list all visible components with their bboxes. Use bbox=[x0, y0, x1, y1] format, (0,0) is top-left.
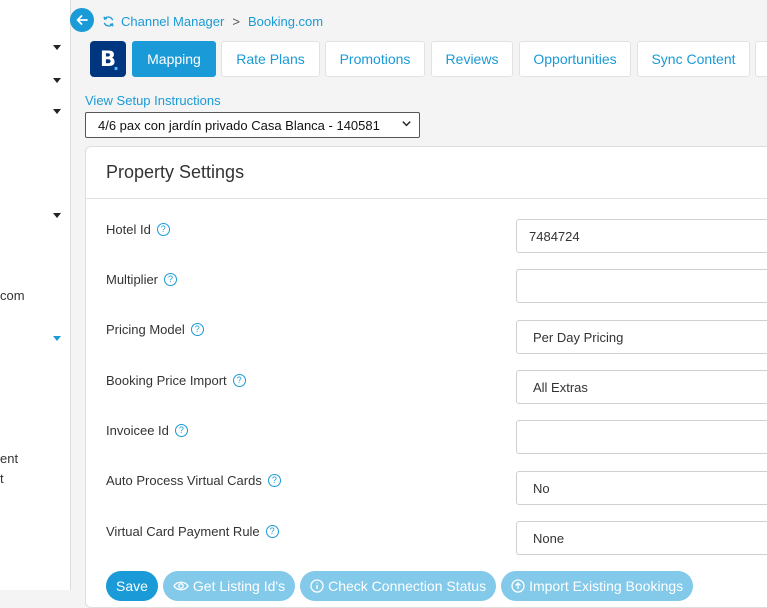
tab-mapping[interactable]: Mapping bbox=[132, 41, 216, 77]
breadcrumb-current[interactable]: Booking.com bbox=[248, 14, 323, 29]
booking-logo-dot: . bbox=[113, 55, 120, 74]
tab-promotions[interactable]: Promotions bbox=[325, 41, 425, 77]
pricing-model-select[interactable]: Per Day Pricing bbox=[516, 320, 767, 354]
field-label-text: Multiplier bbox=[106, 272, 159, 287]
property-settings-panel: Property Settings Hotel Id ? 7484724 Mul… bbox=[85, 146, 767, 608]
help-icon[interactable]: ? bbox=[232, 374, 246, 387]
breadcrumb-channel-manager[interactable]: Channel Manager bbox=[121, 14, 224, 29]
field-label-text: Auto Process Virtual Cards bbox=[106, 473, 262, 488]
hotel-id-label: Hotel Id ? bbox=[106, 222, 170, 237]
check-connection-status-button[interactable]: Check Connection Status bbox=[300, 571, 497, 601]
chevron-down-icon bbox=[402, 121, 411, 127]
field-label-text: Virtual Card Payment Rule bbox=[106, 524, 260, 539]
info-icon bbox=[310, 579, 324, 593]
auto-process-virtual-cards-value: No bbox=[533, 480, 550, 496]
tab-rate-plans[interactable]: Rate Plans bbox=[221, 41, 320, 77]
help-icon[interactable]: ? bbox=[190, 323, 204, 336]
sidebar-caret-icon[interactable] bbox=[53, 78, 61, 83]
booking-price-import-select[interactable]: All Extras bbox=[516, 370, 767, 404]
invoicee-id-input[interactable] bbox=[516, 420, 767, 454]
booking-logo-icon: B. bbox=[90, 41, 126, 77]
tab-more[interactable] bbox=[755, 41, 767, 77]
pricing-model-label: Pricing Model ? bbox=[106, 322, 204, 337]
import-existing-bookings-button[interactable]: Import Existing Bookings bbox=[501, 571, 694, 601]
field-label-text: Pricing Model bbox=[106, 322, 185, 337]
virtual-card-payment-rule-select[interactable]: None bbox=[516, 521, 767, 555]
invoicee-id-label: Invoicee Id ? bbox=[106, 423, 188, 438]
eye-icon bbox=[173, 581, 189, 591]
breadcrumb: Channel Manager > Booking.com bbox=[102, 14, 323, 29]
channel-tabs: B. bbox=[90, 41, 126, 77]
pricing-model-value: Per Day Pricing bbox=[533, 329, 624, 345]
help-icon[interactable]: ? bbox=[174, 424, 188, 437]
booking-price-import-label: Booking Price Import ? bbox=[106, 373, 246, 388]
help-icon[interactable]: ? bbox=[164, 273, 178, 286]
field-label-text: Invoicee Id bbox=[106, 423, 169, 438]
breadcrumb-separator: > bbox=[232, 14, 240, 29]
sidebar-caret-icon[interactable] bbox=[53, 213, 61, 218]
sync-icon bbox=[103, 16, 114, 27]
sidebar: com ent t bbox=[0, 0, 71, 590]
collapse-sidebar-button[interactable] bbox=[70, 8, 94, 32]
get-listing-ids-label: Get Listing Id's bbox=[192, 578, 286, 594]
listing-select[interactable]: 4/6 pax con jardín privado Casa Blanca -… bbox=[85, 112, 420, 138]
hotel-id-input[interactable]: 7484724 bbox=[516, 219, 767, 253]
listing-select-value: 4/6 pax con jardín privado Casa Blanca -… bbox=[98, 117, 380, 133]
auto-process-virtual-cards-label: Auto Process Virtual Cards ? bbox=[106, 473, 281, 488]
sidebar-item-label[interactable]: t bbox=[0, 471, 4, 486]
action-buttons: Save Get Listing Id's Check Connection S… bbox=[106, 571, 694, 601]
virtual-card-payment-rule-label: Virtual Card Payment Rule ? bbox=[106, 524, 279, 539]
hotel-id-value: 7484724 bbox=[529, 228, 580, 244]
help-icon[interactable]: ? bbox=[265, 525, 279, 538]
check-connection-status-label: Check Connection Status bbox=[328, 578, 487, 594]
sidebar-item-label[interactable]: com bbox=[0, 288, 25, 303]
save-button[interactable]: Save bbox=[106, 571, 158, 601]
tab-opportunities[interactable]: Opportunities bbox=[519, 41, 631, 77]
sidebar-caret-icon[interactable] bbox=[53, 336, 61, 341]
get-listing-ids-button[interactable]: Get Listing Id's bbox=[162, 571, 296, 601]
arrow-left-icon bbox=[76, 15, 88, 25]
auto-process-virtual-cards-select[interactable]: No bbox=[516, 471, 767, 505]
help-icon[interactable]: ? bbox=[156, 223, 170, 236]
help-icon[interactable]: ? bbox=[267, 474, 281, 487]
sidebar-caret-icon[interactable] bbox=[53, 45, 61, 50]
tab-sync-content[interactable]: Sync Content bbox=[637, 41, 750, 77]
sidebar-item-label[interactable]: ent bbox=[0, 451, 18, 466]
panel-divider bbox=[86, 198, 767, 199]
multiplier-input[interactable] bbox=[516, 269, 767, 303]
booking-price-import-value: All Extras bbox=[533, 379, 588, 395]
upload-icon bbox=[511, 579, 525, 593]
field-label-text: Hotel Id bbox=[106, 222, 151, 237]
tab-reviews[interactable]: Reviews bbox=[431, 41, 513, 77]
multiplier-label: Multiplier ? bbox=[106, 272, 178, 287]
sidebar-caret-icon[interactable] bbox=[53, 109, 61, 114]
field-label-text: Booking Price Import bbox=[106, 373, 227, 388]
virtual-card-payment-rule-value: None bbox=[533, 530, 565, 546]
view-setup-instructions-link[interactable]: View Setup Instructions bbox=[85, 93, 221, 108]
panel-title: Property Settings bbox=[106, 162, 245, 182]
import-existing-bookings-label: Import Existing Bookings bbox=[529, 578, 684, 594]
